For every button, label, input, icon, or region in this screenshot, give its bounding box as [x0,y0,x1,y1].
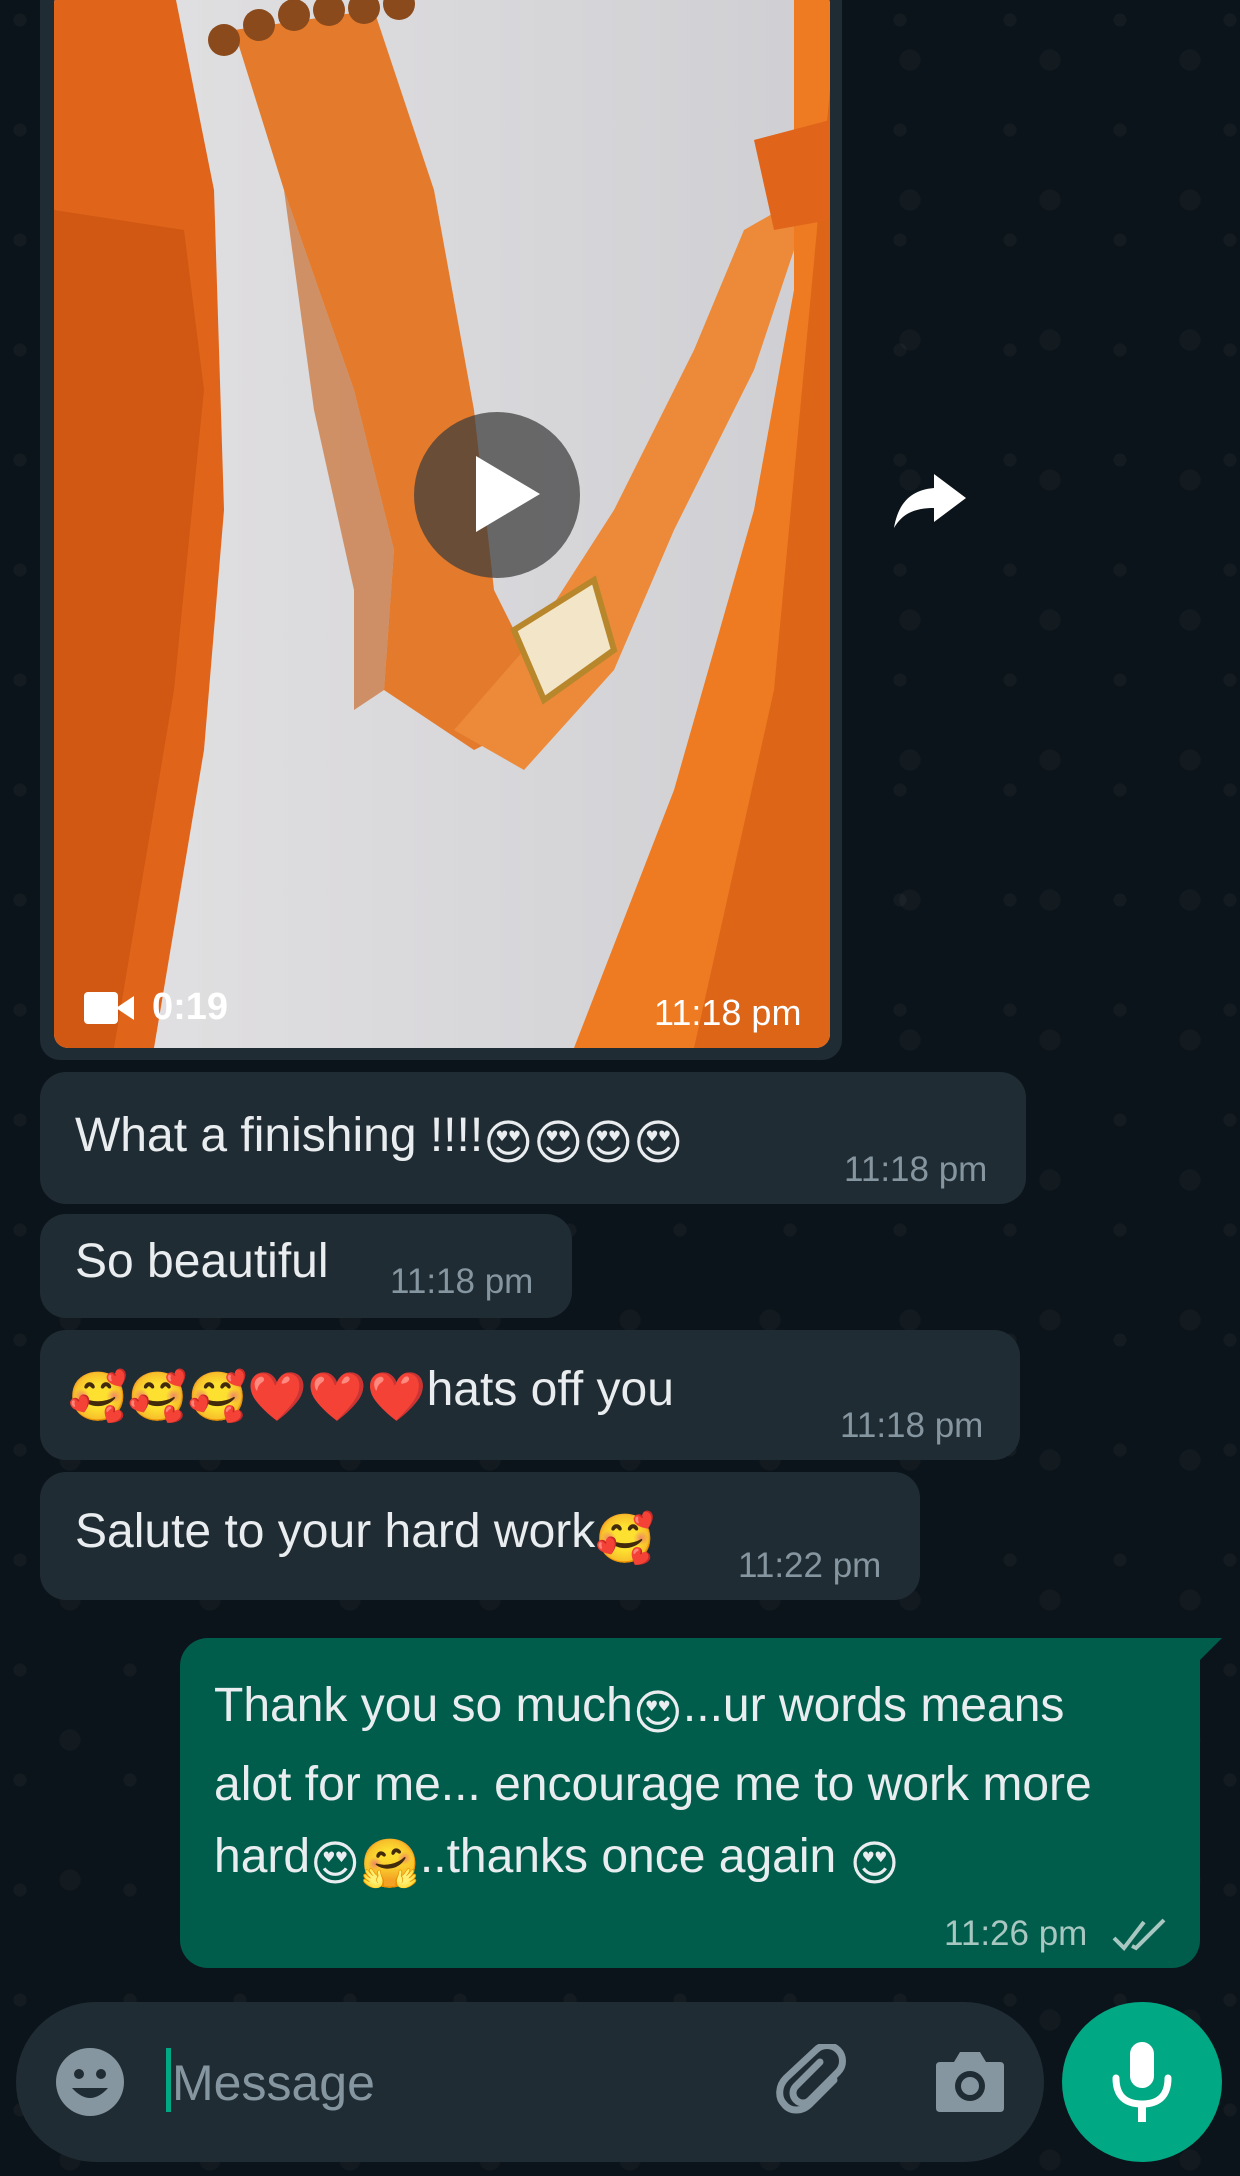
outgoing-message[interactable]: Thank you so much😍...ur words means alot… [180,1638,1222,1968]
message-text: What a finishing !!!!😍😍😍😍 [75,1109,684,1171]
message-emoji: 🥰🥰🥰❤️❤️❤️ [68,1369,427,1425]
forward-icon[interactable] [890,468,970,532]
message-text: So beautiful [75,1235,329,1288]
video-thumbnail[interactable] [54,0,830,1048]
video-duration-label: 0:19 [152,986,229,1028]
play-button[interactable] [414,412,580,578]
message-time: 11:22 pm [738,1546,882,1585]
emoji-icon[interactable] [54,2046,126,2118]
message-emoji: 🥰 [595,1511,656,1567]
attach-icon[interactable] [776,2044,856,2124]
read-receipt-icon [1112,1918,1166,1952]
message-text: 🥰🥰🥰❤️❤️❤️hats off you [68,1363,674,1425]
incoming-message[interactable]: 🥰🥰🥰❤️❤️❤️hats off you 11:18 pm [40,1330,1020,1460]
camera-icon[interactable] [934,2048,1006,2114]
message-text: Salute to your hard work🥰 [75,1505,656,1567]
incoming-message[interactable]: So beautiful 11:18 pm [40,1214,572,1318]
incoming-message[interactable]: Salute to your hard work🥰 11:22 pm [40,1472,920,1600]
message-input[interactable] [170,2042,734,2124]
video-timestamp: 11:18 pm [654,992,802,1033]
message-emoji: 😍😍😍😍 [483,1115,684,1171]
play-icon [476,456,540,532]
message-text: Thank you so much😍...ur words means alot… [214,1679,1092,1892]
bubble-tail [1192,1638,1222,1668]
message-time: 11:26 pm [944,1914,1088,1953]
video-duration: 0:19 [84,986,228,1029]
message-composer [16,2002,1044,2162]
video-camera-icon [84,991,134,1024]
mic-icon [1112,2042,1172,2122]
message-time: 11:18 pm [844,1150,988,1189]
message-time: 11:18 pm [840,1406,984,1445]
mic-button[interactable] [1062,2002,1222,2162]
incoming-message[interactable]: What a finishing !!!!😍😍😍😍 11:18 pm [40,1072,1026,1204]
message-time: 11:18 pm [390,1262,534,1301]
